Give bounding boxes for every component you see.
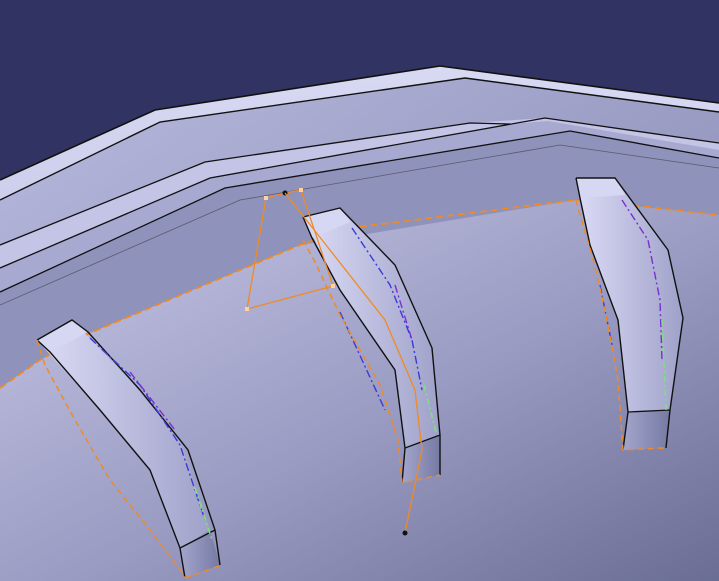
sketch-vertex[interactable]: [331, 284, 335, 288]
sketch-vertex[interactable]: [299, 188, 303, 192]
blade-right-end: [623, 410, 670, 450]
cad-3d-viewport[interactable]: [0, 0, 719, 581]
sketch-vertex[interactable]: [245, 307, 249, 311]
guide-endpoint[interactable]: [402, 530, 408, 536]
model-canvas[interactable]: [0, 0, 719, 581]
sketch-vertex[interactable]: [264, 196, 268, 200]
